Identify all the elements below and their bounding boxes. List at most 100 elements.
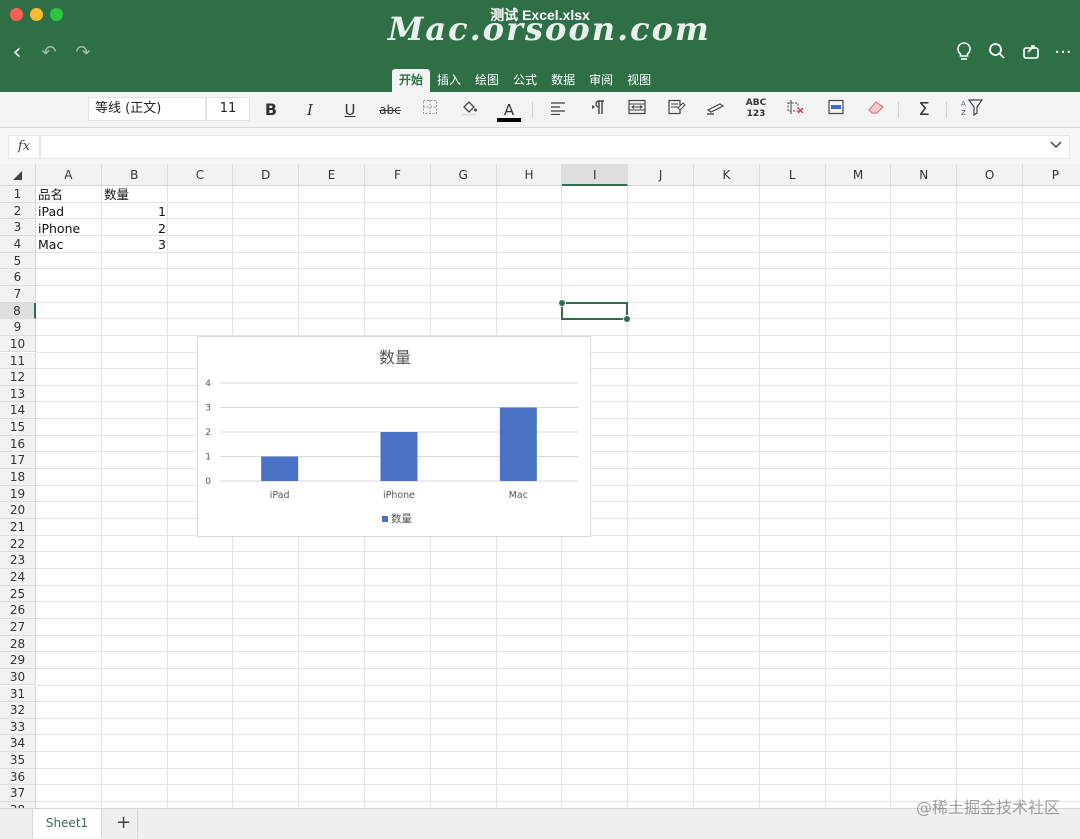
share-icon[interactable] [1020,42,1042,64]
row-header-22[interactable]: 22 [0,535,36,553]
bold-button[interactable]: B [257,98,285,122]
row-header-32[interactable]: 32 [0,702,36,719]
number-format-button[interactable]: ABC 123 [742,98,770,122]
tab-home[interactable]: 开始 [392,69,431,92]
search-icon[interactable] [986,42,1008,64]
row-header-12[interactable]: 12 [0,369,36,386]
column-header-f[interactable]: F [365,164,431,186]
row-header-29[interactable]: 29 [0,652,36,669]
row-header-25[interactable]: 25 [0,585,36,603]
row-header-2[interactable]: 2 [0,202,36,220]
borders-icon[interactable] [416,98,444,122]
tab-draw[interactable]: 绘图 [468,69,506,92]
row-header-11[interactable]: 11 [0,352,36,370]
row-header-20[interactable]: 20 [0,502,36,519]
tab-review[interactable]: 审阅 [582,69,620,92]
cell-b3[interactable]: 2 [102,221,168,237]
bar-chart[interactable]: 数量 0 1 2 3 4 iPad iPhone Mac 数量 [197,336,591,537]
align-left-icon[interactable] [544,98,572,122]
tab-view[interactable]: 视图 [620,69,658,92]
row-header-9[interactable]: 9 [0,319,36,336]
autosum-button[interactable]: Σ [910,98,938,122]
insert-cells-icon[interactable] [822,98,850,122]
tab-data[interactable]: 数据 [544,69,582,92]
row-header-27[interactable]: 27 [0,618,36,636]
back-icon[interactable]: ‹ [6,42,28,64]
row-header-24[interactable]: 24 [0,568,36,586]
column-header-a[interactable]: A [36,164,102,186]
column-header-b[interactable]: B [101,164,168,186]
row-header-18[interactable]: 18 [0,469,36,486]
column-header-l[interactable]: L [759,164,826,186]
column-header-p[interactable]: P [1023,164,1080,186]
tab-formulas[interactable]: 公式 [506,69,544,92]
row-header-31[interactable]: 31 [0,685,36,703]
row-header-14[interactable]: 14 [0,402,36,420]
row-header-15[interactable]: 15 [0,419,36,436]
row-header-6[interactable]: 6 [0,269,36,286]
selection-handle[interactable] [623,315,631,323]
column-header-m[interactable]: M [825,164,892,186]
selected-cell-i8[interactable] [558,299,631,323]
cell-a1[interactable]: 品名 [36,187,102,203]
row-header-35[interactable]: 35 [0,752,36,769]
row-header-33[interactable]: 33 [0,718,36,736]
row-header-36[interactable]: 36 [0,768,36,786]
row-header-13[interactable]: 13 [0,385,36,403]
merge-cells-icon[interactable] [623,98,651,122]
underline-button[interactable]: U [336,98,364,122]
delete-cells-icon[interactable] [782,98,810,122]
row-header-28[interactable]: 28 [0,635,36,653]
format-painter-icon[interactable] [702,98,730,122]
row-header-3[interactable]: 3 [0,219,36,236]
eraser-icon[interactable] [862,98,890,122]
cell-a3[interactable]: iPhone [36,221,102,237]
column-header-j[interactable]: J [628,164,694,186]
row-header-8[interactable]: 8 [0,302,36,320]
undo-icon[interactable]: ↶ [38,42,60,64]
select-all-button[interactable] [0,164,36,186]
sheet-tab[interactable]: Sheet1 [32,809,102,838]
row-header-4[interactable]: 4 [0,235,36,253]
wrap-text-icon[interactable] [663,98,691,122]
insert-function-button[interactable]: fx [8,135,40,159]
column-header-d[interactable]: D [233,164,300,186]
row-header-10[interactable]: 10 [0,335,36,353]
cell-a2[interactable]: iPad [36,204,102,220]
row-header-7[interactable]: 7 [0,285,36,303]
row-header-5[interactable]: 5 [0,252,36,270]
selection-handle[interactable] [558,299,566,307]
row-header-34[interactable]: 34 [0,735,36,753]
font-name-select[interactable]: 等线 (正文) [88,97,206,121]
column-header-c[interactable]: C [167,164,234,186]
paragraph-icon[interactable] [584,98,612,122]
fill-color-icon[interactable] [455,98,483,122]
formula-input[interactable] [40,135,1070,159]
more-options-icon[interactable]: ··· [1052,42,1074,64]
row-header-21[interactable]: 21 [0,519,36,536]
tab-insert[interactable]: 插入 [430,69,468,92]
font-size-select[interactable]: 11 [206,97,250,121]
sort-filter-icon[interactable]: AZ [958,98,986,122]
redo-icon[interactable]: ↷ [72,42,94,64]
column-header-g[interactable]: G [430,164,497,186]
column-header-k[interactable]: K [694,164,760,186]
column-header-o[interactable]: O [957,164,1023,186]
chevron-down-icon[interactable] [1050,138,1062,152]
cell-b1[interactable]: 数量 [102,187,168,203]
lightbulb-icon[interactable] [953,42,975,64]
column-header-i[interactable]: I [562,164,629,186]
cell-b2[interactable]: 1 [102,204,168,220]
row-header-30[interactable]: 30 [0,668,36,686]
strikethrough-button[interactable]: abc [376,98,404,122]
worksheet-grid[interactable]: ABCDEFGHIJKLMNOP 1 2 3 4 5 6 7 8 9 10 11 12 13 14 15 16… [0,164,1080,808]
column-header-n[interactable]: N [891,164,958,186]
add-sheet-button[interactable]: + [110,809,138,838]
row-header-37[interactable]: 37 [0,785,36,803]
column-header-h[interactable]: H [496,164,563,186]
row-header-26[interactable]: 26 [0,602,36,619]
cell-b4[interactable]: 3 [102,237,168,253]
italic-button[interactable]: I [296,98,324,122]
row-header-17[interactable]: 17 [0,452,36,470]
row-header-1[interactable]: 1 [0,186,36,203]
